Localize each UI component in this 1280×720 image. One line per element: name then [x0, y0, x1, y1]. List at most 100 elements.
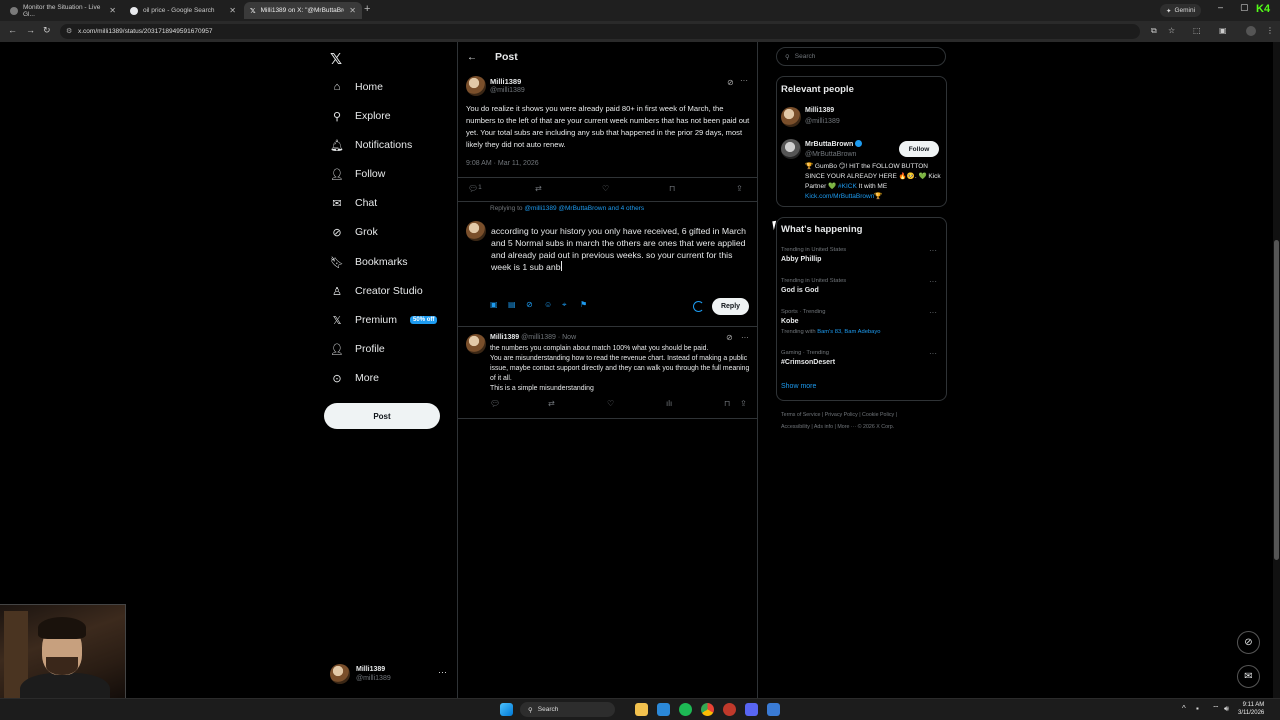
new-tab-icon[interactable]: + — [364, 3, 370, 15]
account-switcher[interactable]: Milli1389 @milli1389 — [330, 662, 450, 686]
discord-icon[interactable] — [745, 703, 758, 716]
reply-button[interactable]: Reply — [712, 298, 749, 315]
reply-icon[interactable]: 💬︎ — [490, 399, 500, 408]
profile-avatar-icon[interactable] — [1246, 26, 1256, 36]
close-tab-icon[interactable]: ✕ — [229, 6, 236, 15]
install-app-icon[interactable]: ⧉ — [1151, 26, 1157, 36]
emoji-icon[interactable]: ☺ — [544, 300, 552, 309]
location-icon[interactable]: ⌖ — [562, 300, 567, 310]
gemini-button[interactable]: ✦ Gemini — [1160, 4, 1202, 17]
author-name[interactable]: Milli1389 — [490, 77, 521, 86]
forward-icon[interactable]: → — [26, 25, 35, 35]
reply-composer-input[interactable]: according to your history you only have … — [491, 225, 747, 273]
nav-grok[interactable]: ⊘ Grok — [330, 221, 377, 243]
chrome-menu-icon[interactable]: ⋮ — [1266, 26, 1274, 35]
like-icon[interactable]: ♡ — [602, 184, 609, 193]
avatar[interactable] — [466, 76, 486, 96]
follow-button[interactable]: Follow — [899, 141, 939, 157]
notepad-icon[interactable] — [767, 703, 780, 716]
back-arrow-icon[interactable]: ← — [467, 52, 477, 63]
x-logo-icon[interactable]: 𝕏 — [330, 50, 342, 68]
taskbar-clock[interactable]: 9:11 AM 3/11/2026 — [1238, 701, 1264, 717]
maximize-icon[interactable]: ▢ — [1240, 2, 1249, 13]
bio-link[interactable]: Kick.com/MrButtaBrown — [805, 193, 874, 200]
network-icon[interactable]: ⌔ — [1212, 704, 1220, 714]
spotify-icon[interactable] — [679, 703, 692, 716]
nav-profile[interactable]: 👤︎ Profile — [330, 338, 385, 360]
author-handle[interactable]: @milli1389 — [490, 87, 525, 94]
bookmark-icon[interactable]: ⊓ — [724, 399, 730, 408]
minimize-icon[interactable]: – — [1218, 2, 1223, 12]
more-options-icon[interactable]: ··· — [929, 277, 937, 286]
bio-hashtag-link[interactable]: #KICK — [838, 183, 857, 190]
more-options-icon[interactable]: ··· — [740, 76, 748, 85]
nav-chat[interactable]: ✉ Chat — [330, 192, 377, 214]
post-timestamp[interactable]: 9:08 AM · Mar 11, 2026 — [466, 160, 539, 167]
like-icon[interactable]: ♡ — [607, 399, 614, 408]
person-name-row[interactable]: MrButtaBrown — [805, 140, 863, 148]
trend-sub-link[interactable]: Bam's 83, Bam Adebayo — [817, 329, 880, 335]
more-options-icon[interactable]: ··· — [929, 246, 937, 255]
share-icon[interactable]: ⇪ — [736, 184, 743, 193]
browser-tab-active[interactable]: 𝕏 Milli1389 on X: "@MrButtaBrow... ✕ — [244, 2, 362, 19]
share-icon[interactable]: ⇪ — [740, 399, 747, 408]
avatar[interactable] — [466, 334, 486, 354]
browser-tab[interactable]: oil price - Google Search ✕ — [124, 2, 242, 19]
views-icon[interactable]: ılı — [666, 399, 672, 408]
more-options-icon[interactable]: ··· — [929, 308, 937, 317]
nav-follow[interactable]: 👤︎ Follow — [330, 163, 385, 185]
reply-author-handle[interactable]: @milli1389 — [521, 334, 556, 341]
gif-icon[interactable]: ▤ — [508, 300, 516, 309]
nav-home[interactable]: ⌂ Home — [330, 76, 383, 98]
nav-premium[interactable]: 𝕏 Premium 50% off — [330, 309, 438, 331]
scrollbar-thumb[interactable] — [1274, 240, 1279, 560]
app-icon[interactable] — [723, 703, 736, 716]
more-options-icon[interactable]: ··· — [929, 349, 937, 358]
browser-tab[interactable]: Monitor the Situation - Live Gl... ✕ — [4, 2, 122, 19]
repost-icon[interactable]: ⇄ — [548, 399, 555, 408]
extensions-icon[interactable]: ⬚ — [1193, 26, 1201, 35]
reply-time[interactable]: Now — [562, 334, 576, 341]
close-tab-icon[interactable]: ✕ — [109, 6, 116, 15]
footer-links[interactable]: Terms of Service | Privacy Policy | Cook… — [781, 412, 951, 418]
more-options-icon[interactable]: ··· — [741, 333, 749, 342]
repost-icon[interactable]: ⇄ — [535, 184, 542, 193]
more-dots-icon[interactable]: ··· — [438, 667, 447, 677]
back-icon[interactable]: ← — [8, 25, 17, 35]
bookmark-star-icon[interactable]: ☆ — [1168, 26, 1175, 35]
trend-item[interactable]: #CrimsonDesert — [781, 359, 835, 366]
show-more-link[interactable]: Show more — [781, 383, 816, 390]
messages-float-button[interactable]: ✉ — [1237, 665, 1260, 688]
nav-bookmarks[interactable]: 🔖︎ Bookmarks — [330, 251, 408, 273]
person-handle[interactable]: @MrButtaBrown — [805, 151, 856, 158]
person-name[interactable]: Milli1389 — [805, 107, 834, 114]
trend-item[interactable]: Abby Phillip — [781, 256, 821, 263]
store-icon[interactable] — [657, 703, 670, 716]
grok-explain-icon[interactable]: ⊘ — [726, 333, 733, 342]
nav-creator-studio[interactable]: ♙ Creator Studio — [330, 280, 423, 302]
close-tab-icon[interactable]: ✕ — [349, 6, 356, 15]
file-explorer-icon[interactable] — [635, 703, 648, 716]
grok-explain-icon[interactable]: ⊘ — [727, 78, 734, 87]
nav-notifications[interactable]: 🔔︎ Notifications — [330, 134, 412, 156]
reply-author-name[interactable]: Milli1389 — [490, 334, 519, 341]
reload-icon[interactable]: ↻ — [43, 25, 51, 36]
side-panel-icon[interactable]: ▣ — [1219, 26, 1227, 35]
avatar[interactable] — [781, 139, 801, 159]
post-button[interactable]: Post — [324, 403, 440, 429]
taskbar-search[interactable]: ⚲ Search — [520, 702, 615, 717]
bookmark-icon[interactable]: ⊓ — [669, 184, 675, 193]
search-input[interactable]: ⚲ Search — [776, 47, 946, 66]
tray-app-icon[interactable]: ▪ — [1196, 704, 1199, 713]
person-handle[interactable]: @milli1389 — [805, 118, 840, 125]
windows-start-icon[interactable] — [500, 703, 513, 716]
trend-item[interactable]: Kobe — [781, 318, 799, 325]
media-icon[interactable]: ▣ — [490, 300, 498, 309]
reply-icon[interactable]: 💬︎ 1 — [468, 184, 482, 193]
nav-more[interactable]: ⊙ More — [330, 367, 379, 389]
grok-float-button[interactable]: ⊘ — [1237, 631, 1260, 654]
address-bar[interactable]: ⚙ x.com/milli1389/status/203171894959167… — [60, 24, 1140, 39]
flag-icon[interactable]: ⚑ — [580, 300, 587, 309]
tray-chevron-icon[interactable]: ^ — [1182, 704, 1186, 713]
nav-explore[interactable]: ⚲ Explore — [330, 105, 391, 127]
